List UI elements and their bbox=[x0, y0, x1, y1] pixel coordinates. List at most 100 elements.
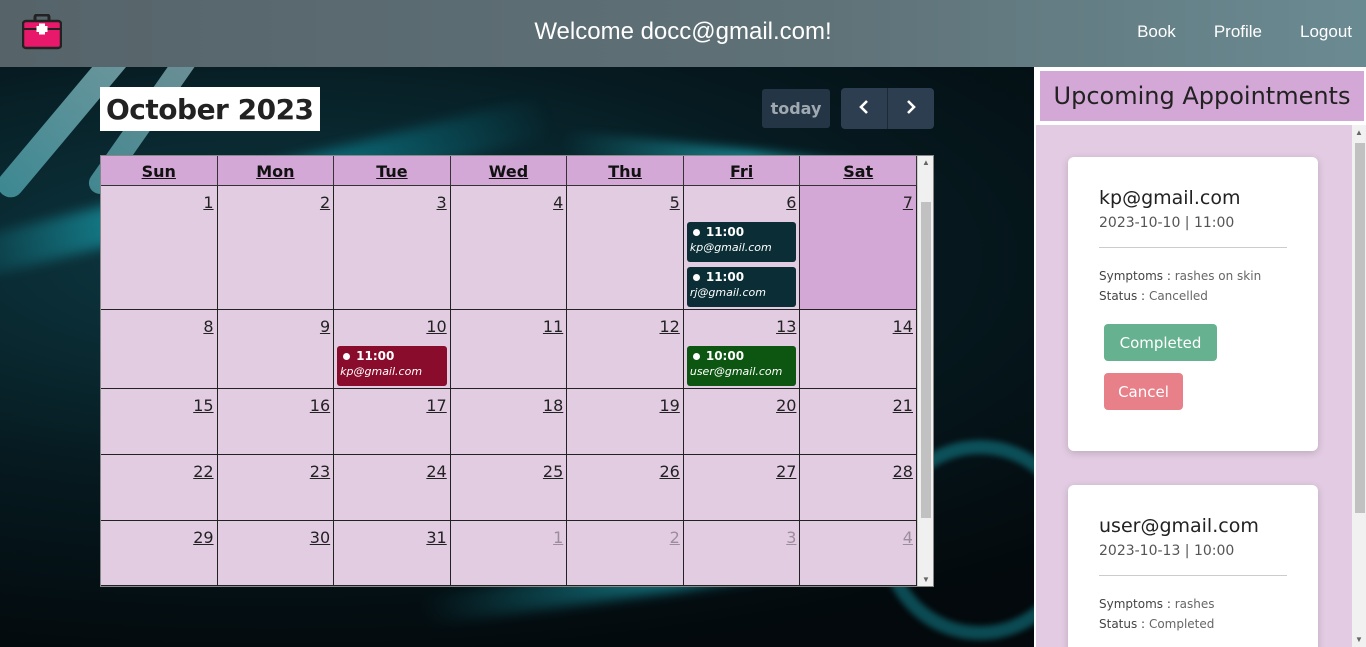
day-number[interactable]: 31 bbox=[426, 528, 446, 547]
day-cell[interactable]: 22 bbox=[101, 455, 218, 521]
day-cell[interactable]: 1 bbox=[101, 186, 218, 310]
day-cell[interactable]: 23 bbox=[217, 455, 335, 521]
event-time: 11:00 bbox=[690, 225, 794, 239]
day-cell[interactable]: 4 bbox=[800, 521, 917, 586]
day-number[interactable]: 4 bbox=[903, 528, 913, 547]
day-number[interactable]: 7 bbox=[903, 193, 913, 212]
day-cell[interactable]: 8 bbox=[101, 310, 218, 389]
day-number[interactable]: 30 bbox=[310, 528, 330, 547]
day-cell[interactable]: 27 bbox=[683, 455, 801, 521]
nav-profile-link[interactable]: Profile bbox=[1214, 22, 1262, 42]
day-cell[interactable]: 1 bbox=[450, 521, 568, 586]
day-number[interactable]: 24 bbox=[426, 462, 446, 481]
day-number[interactable]: 26 bbox=[659, 462, 679, 481]
day-number[interactable]: 12 bbox=[659, 317, 679, 336]
nav-book-link[interactable]: Book bbox=[1137, 22, 1176, 42]
scroll-down-arrow-icon[interactable]: ▼ bbox=[1355, 635, 1363, 644]
day-cell[interactable]: 31 bbox=[334, 521, 451, 586]
day-number[interactable]: 9 bbox=[320, 317, 330, 336]
day-cell[interactable]: 6 11:00 kp@gmail.com 11:00 rj@gmail.com bbox=[683, 186, 801, 310]
day-cell[interactable]: 24 bbox=[334, 455, 451, 521]
scrollbar-thumb[interactable] bbox=[1355, 143, 1365, 513]
day-number[interactable]: 19 bbox=[659, 396, 679, 415]
day-number[interactable]: 22 bbox=[193, 462, 213, 481]
day-cell[interactable]: 28 bbox=[800, 455, 917, 521]
today-button[interactable]: today bbox=[762, 89, 830, 128]
panel-scrollbar[interactable]: ▲ ▼ bbox=[1352, 125, 1366, 647]
calendar-scrollbar[interactable]: ▲ ▼ bbox=[917, 156, 933, 586]
day-number[interactable]: 18 bbox=[543, 396, 563, 415]
prev-month-button[interactable] bbox=[841, 88, 888, 129]
day-number[interactable]: 5 bbox=[670, 193, 680, 212]
day-number[interactable]: 29 bbox=[193, 528, 213, 547]
day-cell[interactable]: 5 bbox=[567, 186, 684, 310]
day-number[interactable]: 8 bbox=[203, 317, 213, 336]
day-cell-today[interactable]: 7 bbox=[800, 186, 917, 310]
day-cell[interactable]: 19 bbox=[567, 389, 684, 455]
day-cell[interactable]: 21 bbox=[800, 389, 917, 455]
weekday-header-sun[interactable]: Sun bbox=[101, 156, 218, 186]
weekday-header-sat[interactable]: Sat bbox=[800, 156, 917, 186]
day-number[interactable]: 16 bbox=[310, 396, 330, 415]
scrollbar-thumb[interactable] bbox=[921, 202, 931, 518]
day-number[interactable]: 25 bbox=[543, 462, 563, 481]
day-cell[interactable]: 4 bbox=[450, 186, 568, 310]
day-cell[interactable]: 16 bbox=[217, 389, 335, 455]
day-number[interactable]: 27 bbox=[776, 462, 796, 481]
day-number[interactable]: 10 bbox=[426, 317, 446, 336]
day-number[interactable]: 23 bbox=[310, 462, 330, 481]
day-number[interactable]: 1 bbox=[553, 528, 563, 547]
day-cell[interactable]: 12 bbox=[567, 310, 684, 389]
day-cell[interactable]: 9 bbox=[217, 310, 335, 389]
calendar-event[interactable]: 11:00 rj@gmail.com bbox=[686, 267, 797, 307]
day-cell[interactable]: 3 bbox=[683, 521, 801, 586]
day-number[interactable]: 1 bbox=[203, 193, 213, 212]
day-number[interactable]: 15 bbox=[193, 396, 213, 415]
cancel-button[interactable]: Cancel bbox=[1104, 373, 1183, 410]
day-cell[interactable]: 20 bbox=[683, 389, 801, 455]
nav-logout-link[interactable]: Logout bbox=[1300, 22, 1352, 42]
day-number[interactable]: 11 bbox=[543, 317, 563, 336]
day-number[interactable]: 21 bbox=[893, 396, 913, 415]
weekday-header-mon[interactable]: Mon bbox=[217, 156, 335, 186]
day-number[interactable]: 28 bbox=[893, 462, 913, 481]
day-cell[interactable]: 26 bbox=[567, 455, 684, 521]
scroll-up-arrow-icon[interactable]: ▲ bbox=[921, 158, 931, 167]
day-cell[interactable]: 2 bbox=[567, 521, 684, 586]
day-number[interactable]: 3 bbox=[437, 193, 447, 212]
day-cell[interactable]: 29 bbox=[101, 521, 218, 586]
scroll-down-arrow-icon[interactable]: ▼ bbox=[921, 575, 931, 584]
day-cell[interactable]: 11 bbox=[450, 310, 568, 389]
day-cell[interactable]: 25 bbox=[450, 455, 568, 521]
day-number[interactable]: 20 bbox=[776, 396, 796, 415]
day-cell[interactable]: 15 bbox=[101, 389, 218, 455]
day-cell[interactable]: 14 bbox=[800, 310, 917, 389]
day-number[interactable]: 2 bbox=[670, 528, 680, 547]
next-month-button[interactable] bbox=[888, 88, 934, 129]
day-cell[interactable]: 3 bbox=[334, 186, 451, 310]
calendar-event[interactable]: 11:00 kp@gmail.com bbox=[686, 222, 797, 262]
scroll-up-arrow-icon[interactable]: ▲ bbox=[1355, 128, 1363, 137]
day-number[interactable]: 3 bbox=[786, 528, 796, 547]
day-cell[interactable]: 30 bbox=[217, 521, 335, 586]
calendar-event[interactable]: 10:00 user@gmail.com bbox=[686, 346, 797, 386]
completed-button[interactable]: Completed bbox=[1104, 324, 1217, 361]
medical-kit-icon[interactable] bbox=[21, 13, 63, 50]
status-value: Cancelled bbox=[1148, 289, 1208, 303]
day-cell[interactable]: 13 10:00 user@gmail.com bbox=[683, 310, 801, 389]
day-cell[interactable]: 10 11:00 kp@gmail.com bbox=[334, 310, 451, 389]
weekday-header-tue[interactable]: Tue bbox=[334, 156, 451, 186]
calendar-event[interactable]: 11:00 kp@gmail.com bbox=[337, 346, 447, 386]
weekday-header-wed[interactable]: Wed bbox=[450, 156, 568, 186]
day-number[interactable]: 4 bbox=[553, 193, 563, 212]
weekday-header-thu[interactable]: Thu bbox=[567, 156, 684, 186]
day-number[interactable]: 13 bbox=[776, 317, 796, 336]
day-cell[interactable]: 2 bbox=[217, 186, 335, 310]
weekday-header-fri[interactable]: Fri bbox=[683, 156, 801, 186]
day-number[interactable]: 6 bbox=[786, 193, 796, 212]
day-number[interactable]: 17 bbox=[426, 396, 446, 415]
day-number[interactable]: 2 bbox=[320, 193, 330, 212]
day-cell[interactable]: 18 bbox=[450, 389, 568, 455]
day-number[interactable]: 14 bbox=[893, 317, 913, 336]
day-cell[interactable]: 17 bbox=[334, 389, 451, 455]
